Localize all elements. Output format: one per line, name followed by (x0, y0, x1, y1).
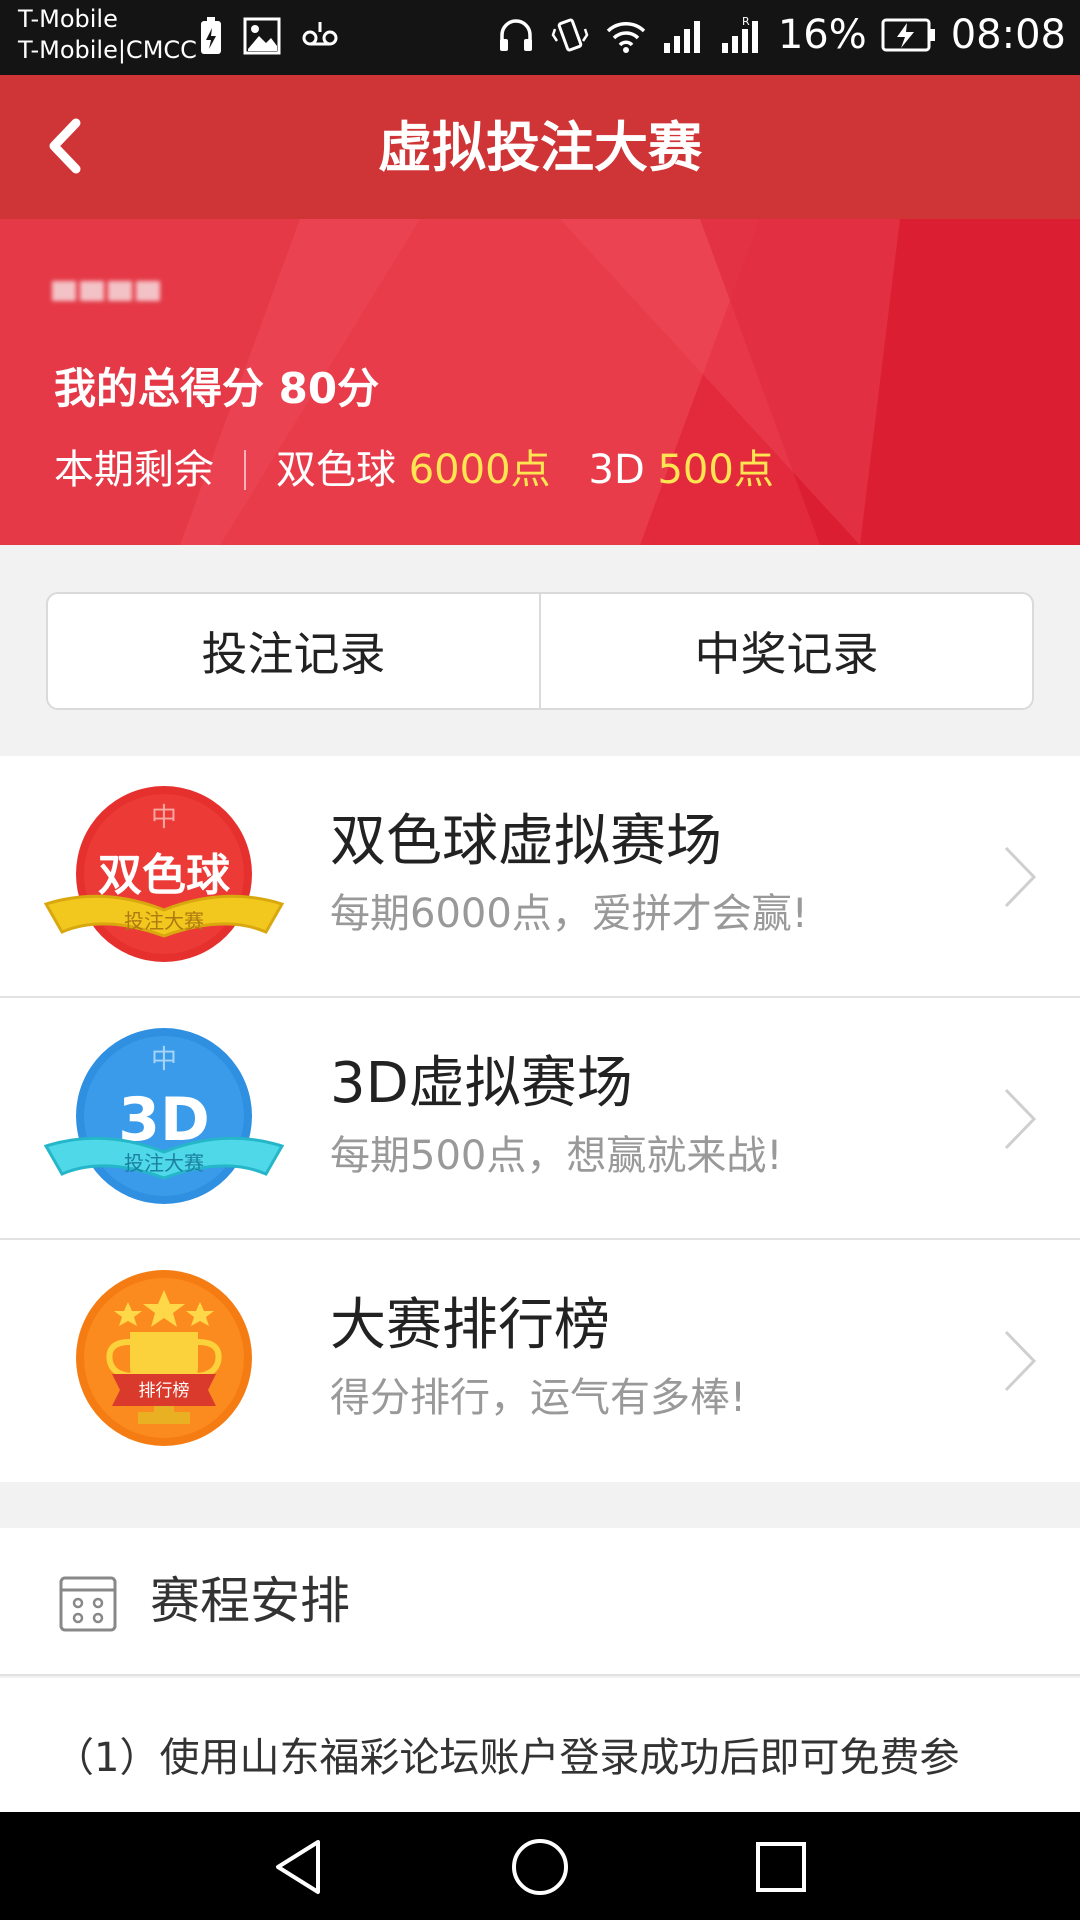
image-icon (243, 17, 281, 55)
ssq-label: 双色球 (276, 447, 396, 493)
d3-label: 3D (588, 447, 645, 493)
page-title: 虚拟投注大赛 (378, 116, 702, 179)
game-title: 双色球虚拟赛场 (330, 809, 722, 874)
battery-saver-icon (201, 17, 221, 54)
3d-badge-icon: 中 3D 投注大赛 (44, 1028, 284, 1204)
rule-text: （1）使用山东福彩论坛账户登录成功后即可免费参 (54, 1735, 960, 1781)
game-subtitle: 每期500点，想赢就来战! (330, 1133, 783, 1179)
clock: 08:08 (950, 12, 1066, 58)
voicemail-icon (302, 22, 338, 46)
nav-back-icon[interactable] (268, 1836, 330, 1898)
list-item-3d[interactable]: 中 3D 投注大赛 3D虚拟赛场 每期500点，想赢就来战! (0, 998, 1080, 1240)
ssq-badge-text: 双色球 (98, 850, 231, 901)
system-nav-bar (0, 1812, 1080, 1920)
win-records-button[interactable]: 中奖记录 (539, 594, 1032, 708)
ssq-points: 6000点 (408, 447, 551, 493)
schedule-title: 赛程安排 (150, 1572, 350, 1630)
chevron-right-icon (1004, 1330, 1037, 1392)
remaining-points: 本期剩余 双色球 6000点 3D 500点 (54, 443, 774, 497)
system-status: R 16% 08:08 (496, 12, 1066, 58)
game-subtitle: 得分排行，运气有多棒! (330, 1375, 747, 1421)
battery-percent: 16% (777, 12, 867, 58)
score-label: 我的总得分 (54, 364, 265, 413)
trophy-icon: 排行榜 (76, 1270, 252, 1446)
app-header: 虚拟投注大赛 (0, 75, 1080, 219)
list-item-leaderboard[interactable]: 排行榜 大赛排行榜 得分排行，运气有多棒! (0, 1240, 1080, 1482)
game-subtitle: 每期6000点，爱拼才会赢! (330, 891, 808, 937)
carrier-secondary: T-Mobile|CMCC (18, 36, 197, 64)
leaderboard-ribbon-text: 排行榜 (139, 1381, 190, 1401)
svg-text:中: 中 (151, 1045, 177, 1075)
bet-records-button[interactable]: 投注记录 (48, 594, 539, 708)
game-list: 中 双色球 投注大赛 双色球虚拟赛场 每期6000点，爱拼才会赢! 中 3D 投… (0, 756, 1080, 1482)
username-blurred (50, 279, 200, 327)
notification-icons (198, 16, 340, 56)
game-title: 3D虚拟赛场 (330, 1051, 633, 1116)
schedule-section: 赛程安排 (0, 1528, 1080, 1676)
3d-ribbon-text: 投注大赛 (124, 1151, 204, 1175)
user-score-banner: 我的总得分 80分 本期剩余 双色球 6000点 3D 500点 (0, 219, 1080, 545)
carrier-info: T-Mobile T-Mobile|CMCC (18, 4, 197, 66)
divider (244, 450, 246, 490)
calendar-icon (59, 1576, 117, 1632)
remain-label: 本期剩余 (54, 447, 214, 493)
record-tabs: 投注记录 中奖记录 (46, 592, 1034, 710)
vibrate-icon (551, 18, 589, 52)
status-bar: T-Mobile T-Mobile|CMCC R 16% 08:08 (0, 0, 1080, 75)
chevron-right-icon (1004, 1088, 1037, 1150)
d3-points: 500点 (657, 447, 774, 493)
schedule-rules: （1）使用山东福彩论坛账户登录成功后即可免费参 (0, 1678, 1080, 1812)
signal-icon-2: R (721, 15, 758, 53)
chevron-right-icon (1004, 846, 1037, 908)
ssq-ribbon-text: 投注大赛 (124, 909, 204, 933)
total-score: 我的总得分 80分 (54, 359, 379, 419)
battery-charging-icon (881, 18, 935, 52)
score-value: 80分 (278, 364, 380, 413)
list-item-ssq[interactable]: 中 双色球 投注大赛 双色球虚拟赛场 每期6000点，爱拼才会赢! (0, 756, 1080, 998)
svg-text:R: R (742, 15, 750, 28)
headphones-icon (499, 19, 532, 51)
carrier-primary: T-Mobile (18, 5, 118, 33)
wifi-icon (606, 22, 646, 53)
game-title: 大赛排行榜 (330, 1293, 610, 1358)
ssq-badge-icon: 中 双色球 投注大赛 (44, 786, 284, 962)
signal-icon-1 (663, 21, 700, 53)
svg-text:中: 中 (151, 803, 177, 833)
nav-home-icon[interactable] (509, 1836, 571, 1898)
nav-recents-icon[interactable] (750, 1836, 812, 1898)
